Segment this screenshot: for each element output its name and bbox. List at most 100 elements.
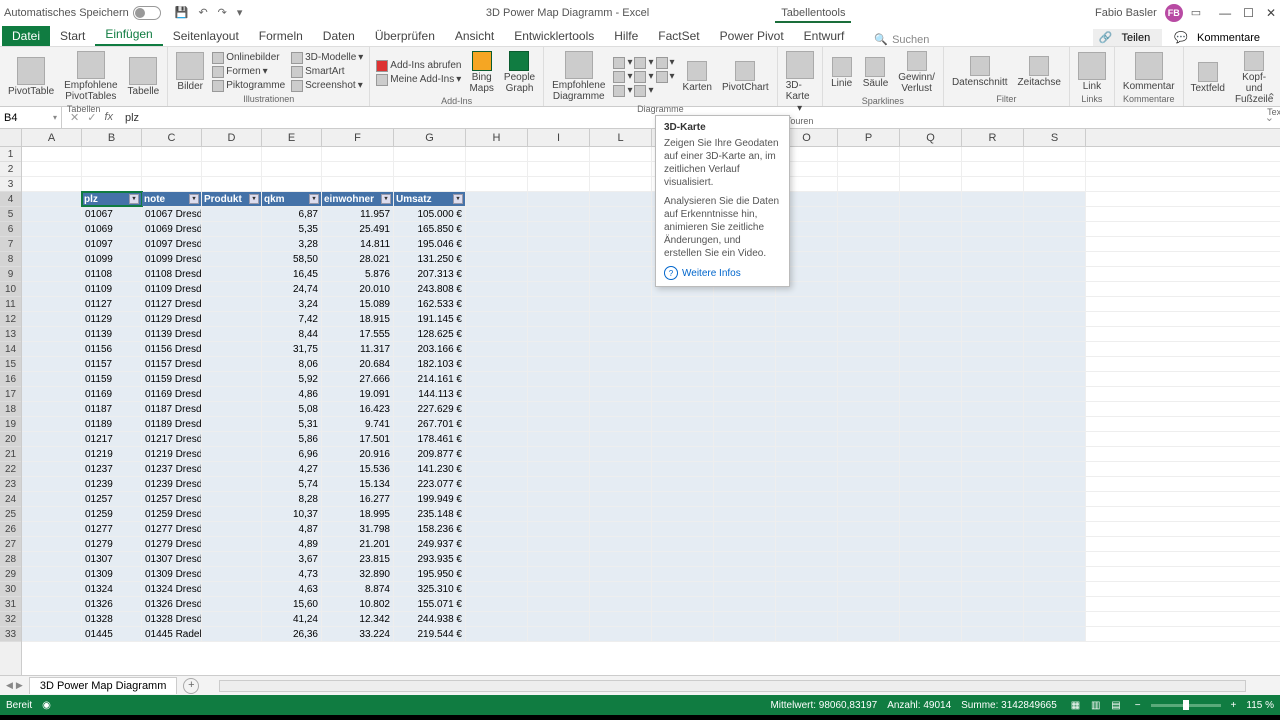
- table-cell[interactable]: 293.935 €: [394, 552, 466, 566]
- sheet-tab[interactable]: 3D Power Map Diagramm: [29, 677, 178, 694]
- table-cell[interactable]: 24,74: [262, 282, 322, 296]
- recommended-charts-button[interactable]: Empfohlene Diagramme: [548, 49, 609, 104]
- timeline-button[interactable]: Zeitachse: [1014, 54, 1065, 90]
- row-header[interactable]: 12: [0, 312, 21, 327]
- redo-icon[interactable]: ↷: [218, 6, 227, 19]
- table-cell[interactable]: 01237 Dresd B: [142, 462, 202, 476]
- row-header[interactable]: 27: [0, 537, 21, 552]
- pivotchart-button[interactable]: PivotChart: [718, 59, 773, 95]
- table-cell[interactable]: 01157 Dresd D: [142, 357, 202, 371]
- column-header[interactable]: L: [590, 129, 652, 146]
- share-button[interactable]: 🔗 Teilen: [1093, 29, 1163, 46]
- table-cell[interactable]: 144.113 €: [394, 387, 466, 401]
- table-cell[interactable]: 01324 Dresd B: [142, 582, 202, 596]
- tab-ansicht[interactable]: Ansicht: [445, 26, 504, 46]
- table-cell[interactable]: 219.544 €: [394, 627, 466, 641]
- table-cell[interactable]: 01324: [82, 582, 142, 596]
- table-cell[interactable]: [202, 552, 262, 566]
- name-box[interactable]: B4▾: [0, 107, 62, 128]
- table-cell[interactable]: 01219 Dresd C: [142, 447, 202, 461]
- macro-record-icon[interactable]: ◉: [42, 700, 51, 711]
- table-cell[interactable]: [202, 267, 262, 281]
- chart-pie-icon[interactable]: ▾ ▾: [611, 84, 676, 98]
- table-cell[interactable]: 207.313 €: [394, 267, 466, 281]
- tab-start[interactable]: Start: [50, 26, 95, 46]
- table-cell[interactable]: 01328: [82, 612, 142, 626]
- tooltip-more-link[interactable]: Weitere Infos: [664, 266, 781, 280]
- table-cell[interactable]: 01309: [82, 567, 142, 581]
- table-cell[interactable]: 10,37: [262, 507, 322, 521]
- table-header[interactable]: Umsatz▾: [394, 192, 466, 206]
- table-cell[interactable]: 01129 Dresd C: [142, 312, 202, 326]
- table-cell[interactable]: 6,96: [262, 447, 322, 461]
- row-header[interactable]: 16: [0, 372, 21, 387]
- table-cell[interactable]: 01157: [82, 357, 142, 371]
- table-cell[interactable]: 01239 Dresd A: [142, 477, 202, 491]
- table-cell[interactable]: 01139: [82, 327, 142, 341]
- maps-button[interactable]: Karten: [679, 59, 716, 95]
- table-cell[interactable]: 15.536: [322, 462, 394, 476]
- table-header[interactable]: Produkt▾: [202, 192, 262, 206]
- filter-icon[interactable]: ▾: [189, 194, 199, 204]
- link-button[interactable]: Link: [1074, 50, 1110, 94]
- table-header[interactable]: plz▾: [82, 192, 142, 206]
- table-cell[interactable]: 27.666: [322, 372, 394, 386]
- table-cell[interactable]: 20.684: [322, 357, 394, 371]
- table-cell[interactable]: 8.874: [322, 582, 394, 596]
- table-cell[interactable]: 01156: [82, 342, 142, 356]
- table-cell[interactable]: 01279: [82, 537, 142, 551]
- table-cell[interactable]: 20.916: [322, 447, 394, 461]
- table-cell[interactable]: 01159: [82, 372, 142, 386]
- search-box[interactable]: 🔍 Suchen: [874, 33, 929, 46]
- table-cell[interactable]: 11.957: [322, 207, 394, 221]
- table-cell[interactable]: 26,36: [262, 627, 322, 641]
- table-cell[interactable]: [202, 432, 262, 446]
- bing-maps-button[interactable]: Bing Maps: [465, 49, 497, 96]
- table-cell[interactable]: [202, 327, 262, 341]
- shapes-button[interactable]: Formen ▾: [210, 65, 287, 79]
- filter-icon[interactable]: ▾: [309, 194, 319, 204]
- minimize-button[interactable]: —: [1219, 6, 1231, 20]
- table-cell[interactable]: [202, 417, 262, 431]
- row-header[interactable]: 22: [0, 462, 21, 477]
- table-cell[interactable]: 01109 Dresd B: [142, 282, 202, 296]
- table-cell[interactable]: [202, 627, 262, 641]
- table-cell[interactable]: 01277: [82, 522, 142, 536]
- column-header[interactable]: G: [394, 129, 466, 146]
- zoom-in-icon[interactable]: +: [1231, 700, 1237, 711]
- column-header[interactable]: B: [82, 129, 142, 146]
- sheet-nav-first-icon[interactable]: ◀: [6, 680, 13, 691]
- table-cell[interactable]: 17.501: [322, 432, 394, 446]
- row-header[interactable]: 6: [0, 222, 21, 237]
- sparkline-line-button[interactable]: Linie: [827, 55, 857, 91]
- table-cell[interactable]: [202, 582, 262, 596]
- avatar[interactable]: FB: [1165, 4, 1183, 22]
- table-cell[interactable]: 178.461 €: [394, 432, 466, 446]
- get-addins-button[interactable]: Add-Ins abrufen: [374, 59, 463, 73]
- table-cell[interactable]: 182.103 €: [394, 357, 466, 371]
- row-header[interactable]: 32: [0, 612, 21, 627]
- zoom-slider[interactable]: [1151, 704, 1221, 707]
- table-cell[interactable]: 199.949 €: [394, 492, 466, 506]
- row-header[interactable]: 15: [0, 357, 21, 372]
- close-button[interactable]: ✕: [1266, 6, 1276, 20]
- table-cell[interactable]: 325.310 €: [394, 582, 466, 596]
- select-all-corner[interactable]: [0, 129, 22, 146]
- column-header[interactable]: P: [838, 129, 900, 146]
- recommended-pivottables-button[interactable]: Empfohlene PivotTables: [60, 49, 121, 104]
- table-cell[interactable]: 01108 Dresd B: [142, 267, 202, 281]
- tab-entwicklertools[interactable]: Entwicklertools: [504, 26, 604, 46]
- column-header[interactable]: F: [322, 129, 394, 146]
- view-normal-icon[interactable]: ▦: [1067, 700, 1084, 711]
- row-header[interactable]: 1: [0, 147, 21, 162]
- ribbon-display-icon[interactable]: ▭: [1191, 6, 1201, 19]
- table-cell[interactable]: 01326 Dresd B: [142, 597, 202, 611]
- table-cell[interactable]: 01067: [82, 207, 142, 221]
- column-header[interactable]: R: [962, 129, 1024, 146]
- save-icon[interactable]: 💾: [175, 6, 189, 19]
- table-cell[interactable]: [202, 597, 262, 611]
- table-cell[interactable]: [202, 297, 262, 311]
- table-cell[interactable]: 155.071 €: [394, 597, 466, 611]
- filter-icon[interactable]: ▾: [129, 194, 139, 204]
- column-header[interactable]: E: [262, 129, 322, 146]
